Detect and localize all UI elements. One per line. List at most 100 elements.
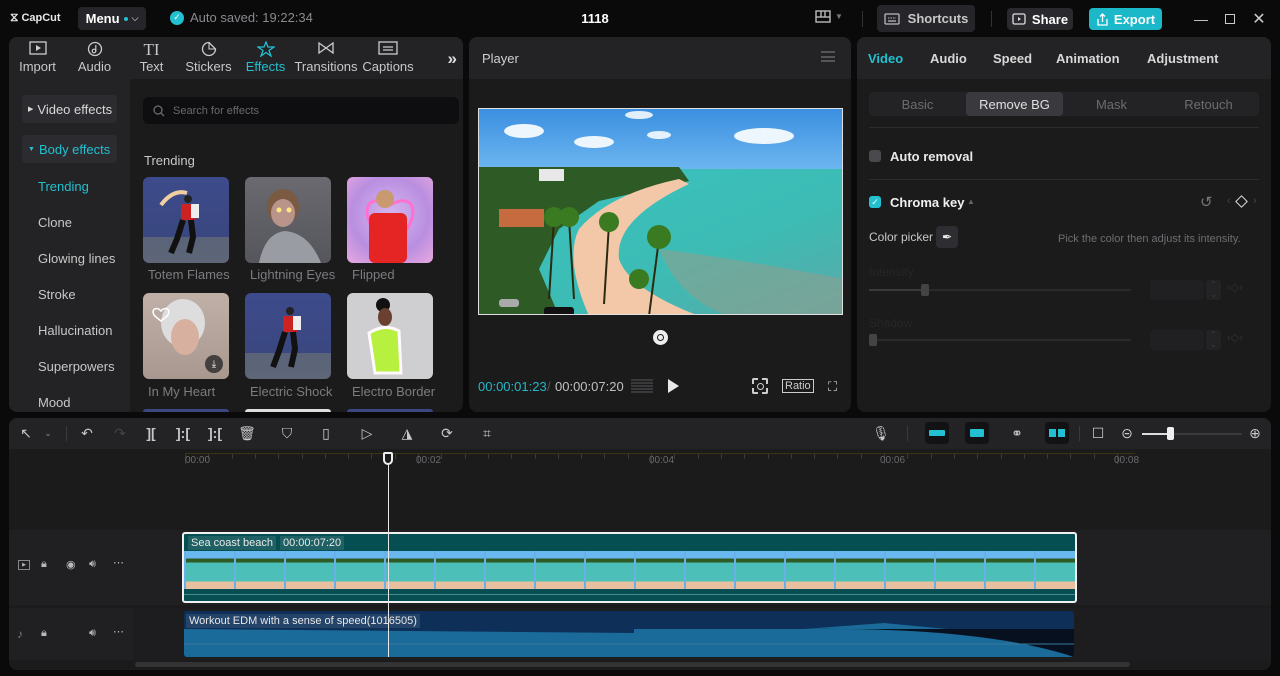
- shadow-value-input[interactable]: [1150, 330, 1204, 350]
- tab-adjustment[interactable]: Adjustment: [1147, 51, 1219, 66]
- sidebar-item-mood[interactable]: Mood: [38, 395, 71, 410]
- reverse-icon[interactable]: ▷: [358, 425, 376, 441]
- sidebar-item-trending[interactable]: Trending: [38, 179, 89, 194]
- redo-icon[interactable]: ↷: [111, 425, 129, 441]
- tab-transitions[interactable]: Transitions: [294, 37, 358, 79]
- playhead-handle[interactable]: [383, 452, 393, 465]
- video-clip[interactable]: Sea coast beach 00:00:07:20: [182, 532, 1077, 603]
- mirror-icon[interactable]: ◮: [398, 425, 416, 441]
- tab-audio[interactable]: Audio: [930, 51, 967, 66]
- tab-effects[interactable]: Effects: [237, 37, 294, 79]
- auto-removal-checkbox[interactable]: [869, 150, 881, 162]
- sidebar-item-clone[interactable]: Clone: [38, 215, 72, 230]
- tab-import[interactable]: Import: [9, 37, 66, 79]
- audio-clip[interactable]: Workout EDM with a sense of speed(101650…: [184, 611, 1074, 657]
- subtab-retouch[interactable]: Retouch: [1160, 92, 1257, 116]
- layout-button[interactable]: ▼: [815, 10, 843, 23]
- main-track-magnet-toggle[interactable]: [925, 422, 949, 444]
- horizontal-scrollbar[interactable]: [135, 662, 1130, 667]
- reset-icon[interactable]: ↺: [1200, 193, 1213, 211]
- sidebar-item-hallucination[interactable]: Hallucination: [38, 323, 112, 338]
- keyframe-diamond-icon[interactable]: [1235, 195, 1248, 208]
- shadow-keyframe-icon[interactable]: ‹◇›: [1227, 331, 1243, 344]
- shadow-slider[interactable]: [869, 334, 1131, 346]
- subtab-mask[interactable]: Mask: [1063, 92, 1160, 116]
- effect-card-partial[interactable]: [347, 409, 433, 412]
- tab-text[interactable]: TI Text: [123, 37, 180, 79]
- shadow-slider-thumb[interactable]: [869, 334, 877, 346]
- tab-captions[interactable]: Captions: [358, 37, 418, 79]
- split-left-icon[interactable]: ]:[: [174, 425, 192, 441]
- effect-card-in-my-heart[interactable]: ⤓: [143, 293, 229, 379]
- speaker-icon[interactable]: 🔊︎: [89, 627, 96, 640]
- share-button[interactable]: Share: [1007, 8, 1073, 30]
- tab-animation[interactable]: Animation: [1056, 51, 1120, 66]
- play-button[interactable]: [668, 379, 679, 393]
- tab-audio[interactable]: Audio: [66, 37, 123, 79]
- shortcuts-button[interactable]: Shortcuts: [877, 5, 975, 32]
- eyedropper-button[interactable]: ✒: [936, 226, 958, 248]
- link-icon[interactable]: ⚭: [1008, 425, 1026, 441]
- video-effects-category[interactable]: ▶ Video effects: [22, 95, 117, 123]
- fullscreen-icon[interactable]: ⛶: [828, 379, 837, 395]
- auto-snap-toggle[interactable]: [965, 422, 989, 444]
- zoom-out-icon[interactable]: ⊝: [1118, 425, 1136, 441]
- crop-icon[interactable]: ⌗: [478, 425, 496, 441]
- zoom-slider-thumb[interactable]: [1167, 427, 1174, 440]
- effect-card-electric-shock[interactable]: [245, 293, 331, 379]
- playhead-line[interactable]: [388, 452, 389, 657]
- select-tool-icon[interactable]: ↖: [17, 425, 35, 441]
- split-icon[interactable]: ][: [142, 425, 160, 441]
- intensity-slider[interactable]: [869, 284, 1131, 296]
- sidebar-item-glowing-lines[interactable]: Glowing lines: [38, 251, 115, 266]
- intensity-slider-thumb[interactable]: [921, 284, 930, 296]
- tab-video[interactable]: Video: [868, 51, 903, 66]
- ratio-button[interactable]: Ratio: [782, 379, 814, 393]
- intensity-stepper[interactable]: ⌃ ⌄: [1206, 280, 1221, 300]
- zoom-in-icon[interactable]: ⊕: [1246, 425, 1264, 441]
- chroma-key-checkbox[interactable]: ✓: [869, 196, 881, 208]
- shadow-stepper[interactable]: ⌃ ⌄: [1206, 330, 1221, 350]
- preview-axis-toggle[interactable]: [1045, 422, 1069, 444]
- sidebar-item-superpowers[interactable]: Superpowers: [38, 359, 115, 374]
- more-icon[interactable]: ⋯: [113, 625, 124, 638]
- effect-card-flipped[interactable]: [347, 177, 433, 263]
- undo-icon[interactable]: ↶: [78, 425, 96, 441]
- effect-card-lightning-eyes[interactable]: [245, 177, 331, 263]
- sidebar-item-stroke[interactable]: Stroke: [38, 287, 76, 302]
- freeze-frame-icon[interactable]: ▯: [317, 425, 335, 441]
- download-icon[interactable]: ⤓: [205, 355, 223, 373]
- effect-card-partial[interactable]: [143, 409, 229, 412]
- more-icon[interactable]: ⋯: [113, 556, 124, 569]
- split-right-icon[interactable]: ]:[: [206, 425, 224, 441]
- next-keyframe-icon[interactable]: ›: [1253, 195, 1257, 207]
- effect-card-partial[interactable]: [245, 409, 331, 412]
- zoom-to-fit-icon[interactable]: ☐: [1089, 425, 1107, 441]
- intensity-value-input[interactable]: [1150, 280, 1204, 300]
- delete-icon[interactable]: 🗑︎: [238, 425, 256, 441]
- export-button[interactable]: Export: [1089, 8, 1162, 30]
- hamburger-menu-icon[interactable]: [821, 51, 835, 62]
- microphone-icon[interactable]: 🎙︎: [872, 425, 890, 441]
- select-dropdown-icon[interactable]: ⌄: [39, 425, 57, 441]
- collapse-caret-icon[interactable]: ▲: [967, 197, 975, 206]
- timeline-zoom-slider[interactable]: [1142, 427, 1242, 440]
- tab-speed[interactable]: Speed: [993, 51, 1032, 66]
- intensity-keyframe-icon[interactable]: ‹◇›: [1227, 281, 1243, 294]
- video-preview[interactable]: [478, 108, 843, 315]
- close-button[interactable]: ✕: [1248, 8, 1270, 30]
- lock-icon[interactable]: 🔒︎: [41, 627, 47, 640]
- minimize-button[interactable]: —: [1190, 8, 1212, 30]
- lock-icon[interactable]: 🔒︎: [41, 558, 47, 571]
- effect-card-electro-border[interactable]: [347, 293, 433, 379]
- more-tabs-icon[interactable]: »: [448, 49, 457, 69]
- prev-keyframe-icon[interactable]: ‹: [1227, 195, 1231, 207]
- tab-stickers[interactable]: Stickers: [180, 37, 237, 79]
- eye-icon[interactable]: ◉: [66, 558, 76, 571]
- maximize-button[interactable]: [1219, 8, 1241, 30]
- effect-card-totem-flames[interactable]: [143, 177, 229, 263]
- menu-button[interactable]: Menu ⌵: [78, 7, 146, 30]
- effects-search-input[interactable]: Search for effects: [143, 97, 459, 124]
- rotate-clip-icon[interactable]: ⟳: [438, 425, 456, 441]
- body-effects-category[interactable]: ▼ Body effects: [22, 135, 117, 163]
